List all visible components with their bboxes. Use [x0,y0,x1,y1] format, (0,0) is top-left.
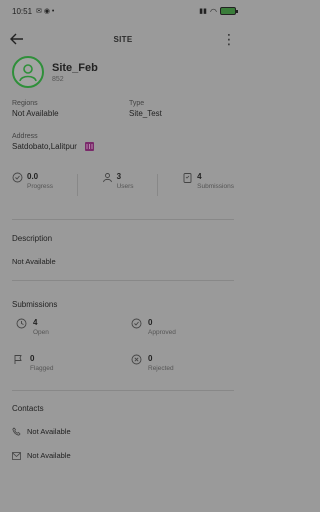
open-value: 4 [33,318,38,327]
submission-rejected[interactable]: 0 Rejected [131,354,174,372]
stat-divider [157,174,159,196]
contact-phone[interactable]: Not Available [12,427,71,436]
approved-value: 0 [148,318,153,327]
flagged-label: Flagged [30,365,54,372]
status-bar: 10:51 ✉ ◉ • ▮▮ ◠ [0,0,246,22]
regions-label: Regions [12,100,38,107]
stat-progress-value: 0.0 [27,172,39,181]
clipboard-icon [183,173,192,183]
progress-icon [12,172,23,183]
stat-submissions-value: 4 [197,172,202,181]
avatar [12,56,44,88]
contact-email-value: Not Available [27,451,71,460]
x-circle-icon [131,354,142,365]
stat-users-label: Users [116,183,134,190]
stat-divider [76,174,78,196]
submission-approved[interactable]: 0 Approved [131,318,176,336]
flag-icon [14,355,22,364]
stat-users-value: 3 [116,172,122,181]
submission-open[interactable]: 4 Open [16,318,49,336]
type-field: Type Site_Test [129,100,162,118]
check-circle-icon [131,318,142,329]
rejected-value: 0 [148,354,153,363]
stat-submissions-label: Submissions [197,183,234,190]
section-divider [12,219,234,220]
users-icon [102,173,112,183]
status-time: 10:51 [12,6,33,16]
submissions-title-text: Submissions [12,294,57,312]
site-code: 852 [52,75,64,83]
submissions-heading: Submissions [12,300,58,309]
page-title: SITE [113,34,133,44]
regions-value: Not Available [12,109,59,118]
contacts-title: Contacts [12,404,44,413]
more-menu-icon[interactable]: ⋮ [222,32,236,46]
wifi-icon: ◠ [210,6,217,16]
site-title-block: Site_Feb 852 [52,62,98,83]
back-arrow-icon[interactable] [10,33,24,45]
phone-icon [12,427,21,436]
stats-row: 0.0 Progress 3 Users 4 Submissions [12,172,234,196]
contact-email[interactable]: Not Available [12,451,71,460]
battery-icon [220,7,238,15]
app-bar: SITE ⋮ [0,26,246,52]
type-value: Site_Test [129,109,162,118]
regions-field: Regions Not Available [12,100,59,118]
clock-icon [16,318,27,329]
description-value: Not Available [12,257,56,266]
contacts-section: Contacts [12,404,44,413]
status-left: 10:51 ✉ ◉ • [12,7,54,16]
address-field: Address Satdobato,Lalitpur [12,133,94,151]
open-label: Open [33,329,49,336]
description-title: Description [12,234,53,243]
stat-users: 3 Users [102,172,134,196]
section-divider [12,390,234,391]
signal-icon: ▮▮ [199,8,208,15]
map-icon[interactable] [84,142,94,151]
address-label: Address [12,133,38,140]
site-header: Site_Feb 852 [12,56,98,88]
address-value: Satdobato,Lalitpur [12,142,77,151]
mail-icon [12,451,21,460]
stat-progress: 0.0 Progress [12,172,53,196]
person-icon [19,64,37,82]
submission-flagged[interactable]: 0 Flagged [13,354,54,372]
status-right: ▮▮ ◠ [199,6,238,16]
flagged-value: 0 [30,354,35,363]
site-name: Site_Feb [52,61,98,74]
rejected-label: Rejected [148,365,174,372]
section-divider [12,280,234,281]
stat-submissions: 4 Submissions [182,172,234,196]
approved-label: Approved [148,329,176,336]
description-section: Description Not Available [12,234,56,266]
stat-progress-label: Progress [27,183,54,190]
notification-icons: ✉ ◉ • [36,8,55,15]
address-row: Satdobato,Lalitpur [12,140,94,151]
type-label: Type [129,100,145,107]
contact-phone-value: Not Available [27,427,71,436]
